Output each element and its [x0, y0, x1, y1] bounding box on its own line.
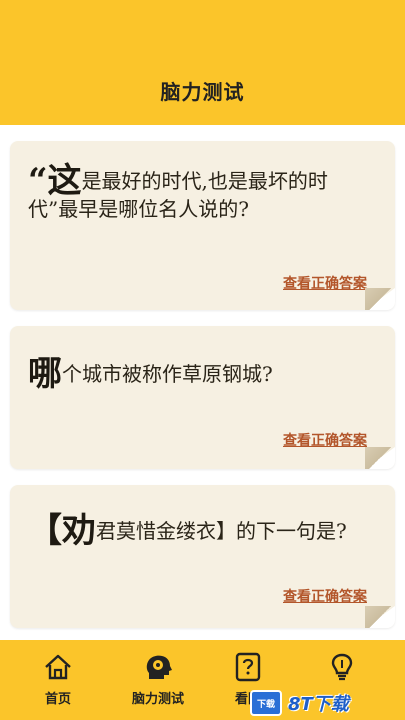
- tab-label: 脑力测试: [131, 692, 184, 707]
- question-lead: 哪: [28, 354, 62, 394]
- view-answer-link[interactable]: 查看正确答案: [283, 273, 367, 293]
- page-curl: [365, 606, 395, 628]
- brain-head-icon: [146, 655, 172, 679]
- question-text: 【劝君莫惜金缕衣】的下一句是?: [28, 514, 377, 548]
- app-header: 脑力测试: [0, 0, 405, 125]
- tab-idea[interactable]: [302, 652, 382, 688]
- page-curl: [365, 447, 395, 469]
- question-card-1[interactable]: “这是最好的时代,也是最坏的时代”最早是哪位名人说的? 查看正确答案: [10, 141, 395, 310]
- question-text: “这是最好的时代,也是最坏的时代”最早是哪位名人说的?: [28, 164, 377, 223]
- page-curl: [365, 288, 395, 310]
- lightbulb-icon: [331, 653, 353, 681]
- question-rest: 个城市被称作草原钢城?: [62, 362, 273, 386]
- question-card-icon: [235, 652, 261, 682]
- question-card-2[interactable]: 哪个城市被称作草原钢城? 查看正确答案: [10, 326, 395, 469]
- tab-brain-test[interactable]: 脑力测试: [118, 652, 198, 707]
- watermark-badge: 下载: [250, 690, 282, 716]
- question-lead: 【劝: [28, 511, 96, 551]
- view-answer-link[interactable]: 查看正确答案: [283, 430, 367, 450]
- tab-label: 首页: [44, 692, 71, 707]
- question-rest: 君莫惜金缕衣】的下一句是?: [96, 519, 347, 543]
- tab-home[interactable]: 首页: [18, 652, 98, 707]
- view-answer-link[interactable]: 查看正确答案: [283, 586, 367, 606]
- watermark-text: 8T下载: [288, 694, 349, 715]
- home-icon: [45, 654, 71, 680]
- question-text: 哪个城市被称作草原钢城?: [28, 357, 377, 391]
- page-title: 脑力测试: [160, 80, 245, 104]
- question-card-3[interactable]: 【劝君莫惜金缕衣】的下一句是? 查看正确答案: [10, 485, 395, 628]
- question-lead: “这: [28, 161, 82, 201]
- watermark: 下载 8T下载: [250, 686, 405, 720]
